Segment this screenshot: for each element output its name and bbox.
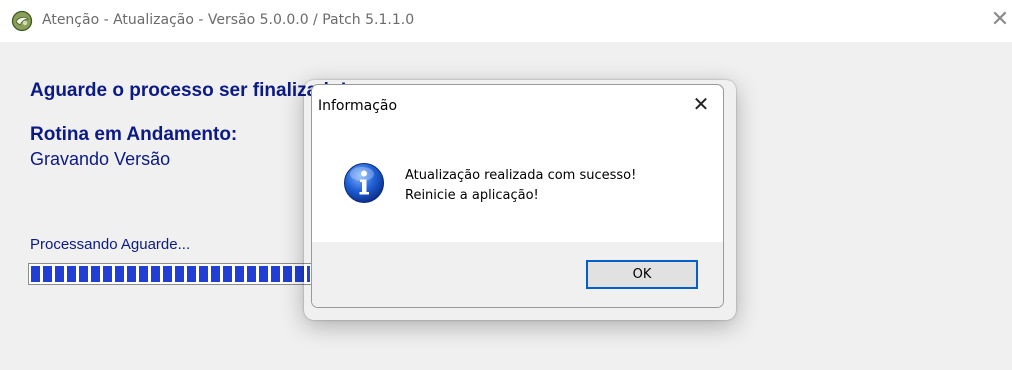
close-icon[interactable]: ✕ <box>988 8 1012 32</box>
info-icon <box>344 163 384 203</box>
routine-value: Gravando Versão <box>30 149 171 169</box>
window-title: Atenção - Atualização - Versão 5.0.0.0 /… <box>42 12 415 28</box>
info-dialog: Informação ✕ Atualização realizada com s… <box>311 84 724 308</box>
page: Atenção - Atualização - Versão 5.0.0.0 /… <box>0 0 1012 370</box>
dialog-title: Informação <box>318 98 398 114</box>
title-bar[interactable]: Atenção - Atualização - Versão 5.0.0.0 /… <box>0 0 1012 42</box>
routine-label: Rotina em Andamento: <box>30 124 238 145</box>
app-icon <box>11 10 33 32</box>
progress-bar <box>28 263 328 285</box>
ok-button[interactable]: OK <box>586 260 698 289</box>
processing-label: Processando Aguarde... <box>30 236 191 253</box>
wait-heading: Aguarde o processo ser finalizado! <box>30 80 347 101</box>
dialog-footer: OK <box>312 242 723 307</box>
dialog-close-icon[interactable]: ✕ <box>687 91 715 117</box>
dialog-message-line2: Reinicie a aplicação! <box>405 188 539 203</box>
dialog-message-line1: Atualização realizada com sucesso! <box>405 168 637 183</box>
progress-fill <box>31 266 310 282</box>
